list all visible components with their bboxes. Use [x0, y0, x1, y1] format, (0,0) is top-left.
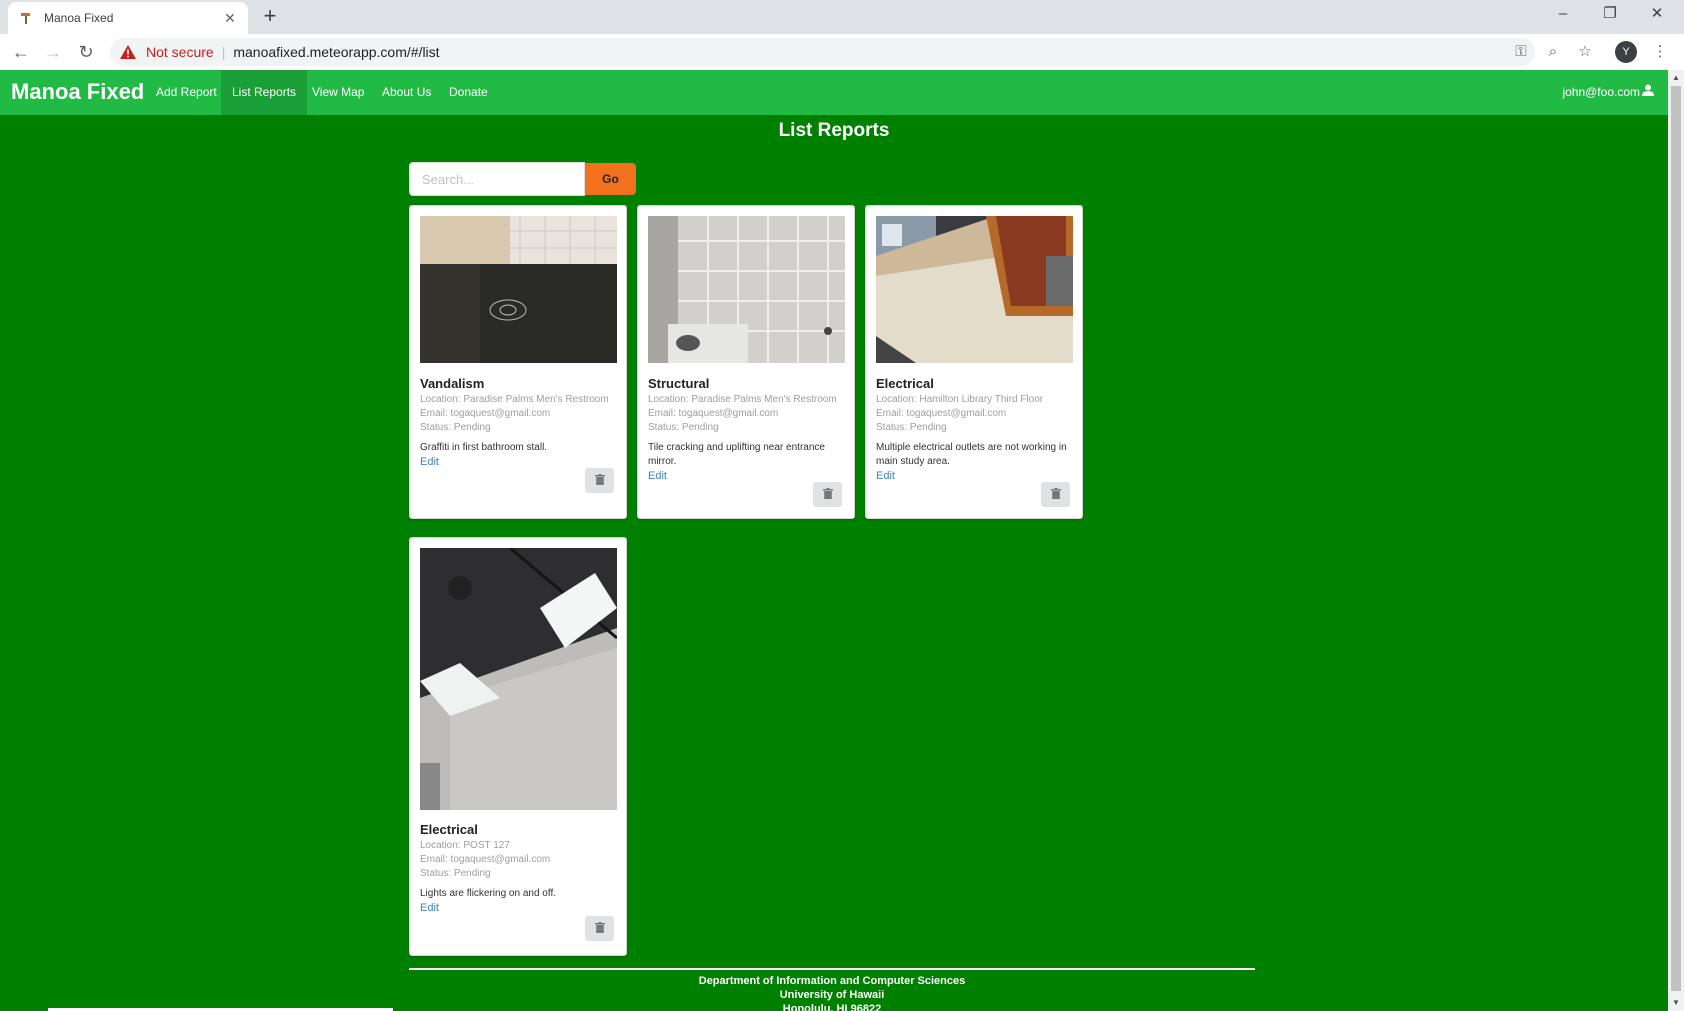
close-tab-icon[interactable]: ✕ [222, 10, 238, 27]
report-location: Location: Paradise Palms Men's Restroom [648, 394, 837, 405]
nav-add-report[interactable]: Add Report [145, 70, 228, 115]
menu-dots-icon[interactable]: ⋮ [1648, 40, 1672, 64]
report-photo [876, 216, 1073, 363]
page-title: List Reports [778, 120, 890, 141]
report-description: Graffiti in first bathroom stall. [420, 442, 548, 453]
back-icon[interactable]: ← [9, 40, 33, 64]
report-body: Electrical Location: POST 127 Email: tog… [420, 822, 620, 915]
vertical-scrollbar[interactable]: ▲ ▼ [1668, 70, 1684, 1011]
new-tab-button[interactable]: + [258, 4, 282, 28]
search-input[interactable] [409, 162, 585, 196]
report-status: Status: Pending [876, 422, 947, 433]
page-viewport: Manoa Fixed Add Report List Reports View… [0, 70, 1684, 1011]
delete-button[interactable] [813, 482, 842, 507]
report-body: Electrical Location: Hamilton Library Th… [876, 376, 1076, 483]
profile-avatar[interactable]: Y [1615, 41, 1637, 63]
restore-icon[interactable]: ❐ [1587, 0, 1633, 30]
footer-address: Honolulu, HI 96822 [782, 1003, 882, 1011]
report-email: Email: togaquest@gmail.com [648, 408, 779, 419]
report-description: Lights are flickering on and off. [420, 888, 557, 899]
report-photo [420, 216, 617, 363]
report-location: Location: Hamilton Library Third Floor [876, 394, 1044, 405]
edit-link[interactable]: Edit [420, 901, 620, 915]
edit-link[interactable]: Edit [876, 469, 1076, 483]
edit-link[interactable]: Edit [420, 455, 620, 469]
address-bar[interactable]: Not secure | manoafixed.meteorapp.com/#/… [110, 38, 1535, 66]
key-icon[interactable]: ⚿ [1509, 40, 1533, 64]
minimize-icon[interactable]: – [1540, 0, 1586, 30]
report-title: Electrical [876, 376, 934, 391]
trash-icon [594, 472, 605, 490]
go-button[interactable]: Go [585, 163, 636, 195]
report-title: Electrical [420, 822, 478, 837]
trash-icon [594, 920, 605, 938]
report-email: Email: togaquest@gmail.com [876, 408, 1007, 419]
report-card: Electrical Location: Hamilton Library Th… [865, 205, 1083, 519]
scroll-down-icon[interactable]: ▼ [1668, 995, 1684, 1011]
delete-button[interactable] [585, 468, 614, 493]
window-close-icon[interactable]: ✕ [1634, 0, 1680, 30]
app-navbar: Manoa Fixed Add Report List Reports View… [0, 70, 1668, 115]
not-secure-label[interactable]: Not secure [146, 44, 214, 60]
browser-tab-bar: Manoa Fixed ✕ + – ❐ ✕ [0, 0, 1684, 34]
tab-title: Manoa Fixed [44, 11, 114, 25]
delete-button[interactable] [1041, 482, 1070, 507]
report-photo [648, 216, 845, 363]
report-status: Status: Pending [648, 422, 719, 433]
forward-icon[interactable]: → [41, 40, 65, 64]
warning-icon [120, 45, 138, 59]
nav-about-us[interactable]: About Us [371, 70, 442, 115]
user-email: john@foo.com [1562, 85, 1640, 99]
report-status: Status: Pending [420, 868, 491, 879]
reload-icon[interactable]: ↻ [74, 40, 98, 64]
footer-divider [409, 968, 1255, 970]
url-text[interactable]: manoafixed.meteorapp.com/#/list [233, 44, 439, 60]
report-title: Structural [648, 376, 710, 391]
trash-icon [1050, 486, 1061, 504]
user-icon [1642, 70, 1654, 115]
report-location: Location: POST 127 [420, 840, 510, 851]
nav-view-map[interactable]: View Map [301, 70, 375, 115]
delete-button[interactable] [585, 916, 614, 941]
nav-list-reports[interactable]: List Reports [221, 70, 308, 115]
user-menu[interactable]: john@foo.com [1562, 70, 1654, 115]
report-card: Electrical Location: POST 127 Email: tog… [409, 537, 627, 956]
report-location: Location: Paradise Palms Men's Restroom [420, 394, 609, 405]
footer-university: University of Hawaii [779, 989, 885, 1001]
report-status: Status: Pending [420, 422, 491, 433]
trash-icon [822, 486, 833, 504]
hammer-favicon-icon [18, 10, 34, 26]
browser-tab[interactable]: Manoa Fixed ✕ [8, 2, 248, 34]
address-separator: | [221, 44, 226, 60]
report-title: Vandalism [420, 376, 485, 391]
report-email: Email: togaquest@gmail.com [420, 408, 551, 419]
star-icon[interactable]: ☆ [1573, 40, 1597, 64]
report-card: Vandalism Location: Paradise Palms Men's… [409, 205, 627, 519]
report-description: Multiple electrical outlets are not work… [876, 442, 1067, 467]
report-body: Vandalism Location: Paradise Palms Men's… [420, 376, 620, 469]
report-description: Tile cracking and uplifting near entranc… [648, 442, 825, 467]
zoom-icon[interactable]: ⌕ [1541, 40, 1565, 64]
scroll-up-icon[interactable]: ▲ [1668, 70, 1684, 86]
footer: Department of Information and Computer S… [409, 974, 1255, 1011]
browser-toolbar: ← → ↻ Not secure | manoafixed.meteorapp.… [0, 34, 1684, 70]
brand-logo[interactable]: Manoa Fixed [11, 79, 144, 105]
report-card: Structural Location: Paradise Palms Men'… [637, 205, 855, 519]
edit-link[interactable]: Edit [648, 469, 848, 483]
footer-department: Department of Information and Computer S… [698, 975, 966, 987]
report-body: Structural Location: Paradise Palms Men'… [648, 376, 848, 483]
report-email: Email: togaquest@gmail.com [420, 854, 551, 865]
nav-donate[interactable]: Donate [438, 70, 499, 115]
report-photo [420, 548, 617, 810]
scrollbar-thumb[interactable] [1671, 86, 1681, 991]
